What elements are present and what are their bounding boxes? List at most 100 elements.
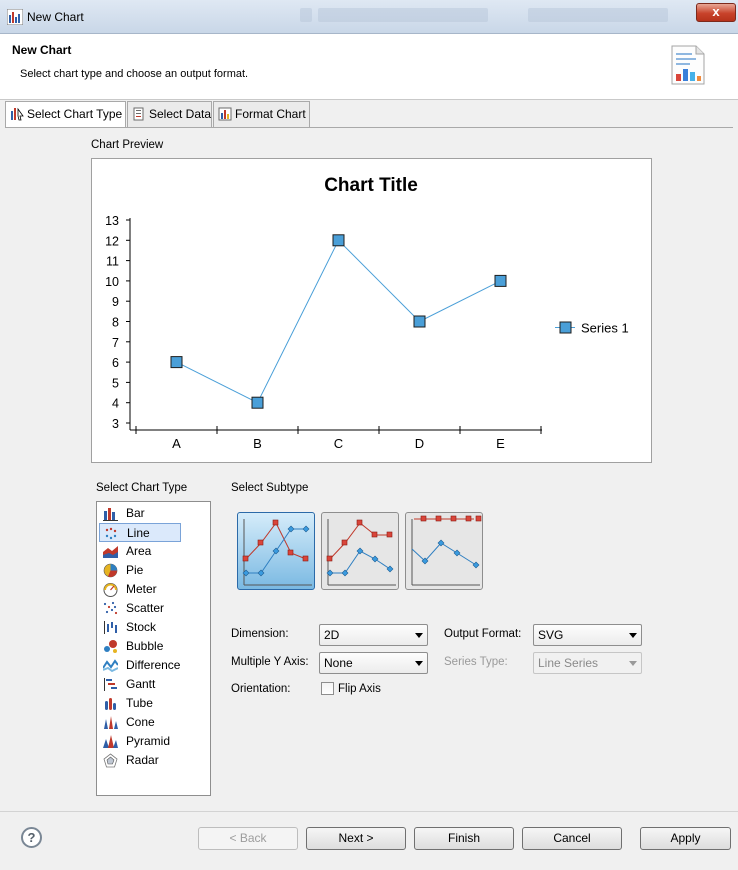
- tab-select-data[interactable]: Select Data: [127, 101, 212, 127]
- window-title: New Chart: [27, 10, 84, 24]
- chart-legend: Series 1: [555, 321, 629, 336]
- back-button: < Back: [198, 827, 298, 850]
- chart-type-label: Cone: [126, 715, 155, 729]
- chart-type-item-pyramid[interactable]: Pyramid: [99, 732, 181, 751]
- chart-type-item-scatter[interactable]: Scatter: [99, 599, 181, 618]
- chevron-down-icon: [415, 661, 423, 666]
- chart-type-item-gantt[interactable]: Gantt: [99, 675, 181, 694]
- tab-select-chart-type[interactable]: Select Chart Type: [5, 101, 126, 128]
- chart-preview: Chart Title 3 4 5 6 7 8 9 10 11 12 13 A B C D E Series …: [91, 158, 652, 463]
- chart-type-item-bubble[interactable]: Bubble: [99, 637, 181, 656]
- multiple-y-axis-label: Multiple Y Axis:: [231, 656, 309, 668]
- chart-type-item-difference[interactable]: Difference: [99, 656, 181, 675]
- output-format-value: SVG: [538, 628, 564, 642]
- x-tick-label: C: [334, 436, 343, 451]
- flip-axis-checkbox[interactable]: [321, 682, 334, 695]
- pie-chart-icon: [103, 563, 118, 578]
- select-subtype-label: Select Subtype: [231, 482, 309, 494]
- chart-type-label: Bubble: [126, 639, 164, 653]
- data-point: [332, 234, 345, 247]
- chart-type-label: Pyramid: [126, 734, 171, 748]
- x-tick-label: B: [253, 436, 262, 451]
- chart-title: Chart Title: [324, 175, 418, 196]
- chart-type-item-cone[interactable]: Cone: [99, 713, 181, 732]
- data-point: [413, 315, 426, 328]
- bar-chart-icon: [103, 508, 118, 521]
- chevron-down-icon: [629, 633, 637, 638]
- dimension-select[interactable]: 2D: [319, 624, 428, 646]
- wizard-chart-icon: [671, 45, 705, 85]
- background-ghost: [318, 8, 488, 22]
- output-format-select[interactable]: SVG: [533, 624, 642, 646]
- meter-chart-icon: [103, 583, 118, 597]
- chart-type-item-meter[interactable]: Meter: [99, 580, 181, 599]
- legend-label: Series 1: [581, 321, 629, 336]
- chart-type-label: Area: [126, 544, 152, 558]
- x-tick-label: D: [415, 436, 424, 451]
- line-chart-icon: [105, 527, 117, 540]
- tab-label: Format Chart: [235, 107, 306, 121]
- chart-type-item-bar[interactable]: Bar: [99, 504, 181, 523]
- wizard-header: New Chart Select chart type and choose a…: [0, 34, 738, 100]
- legend-marker: [559, 321, 572, 334]
- y-tick-label: 3: [112, 417, 119, 431]
- chart-type-item-tube[interactable]: Tube: [99, 694, 181, 713]
- chart-type-label: Difference: [126, 658, 181, 672]
- subtype-line-stacked[interactable]: [321, 512, 399, 590]
- background-ghost: [528, 8, 668, 22]
- chart-type-item-pie[interactable]: Pie: [99, 561, 181, 580]
- y-tick-label: 4: [112, 397, 119, 411]
- output-format-label: Output Format:: [444, 628, 522, 640]
- y-tick-label: 7: [112, 336, 119, 350]
- line-subtype-icon: [242, 519, 312, 586]
- chart-preview-label: Chart Preview: [91, 139, 164, 151]
- tab-format-chart[interactable]: Format Chart: [213, 101, 310, 127]
- button-bar-separator: [0, 811, 738, 812]
- chart-type-item-area[interactable]: Area: [99, 542, 181, 561]
- chart-type-label: Pie: [126, 563, 144, 577]
- gantt-chart-icon: [104, 678, 117, 691]
- data-point: [251, 396, 264, 409]
- cone-chart-icon: [104, 716, 118, 729]
- next-button[interactable]: Next >: [306, 827, 406, 850]
- y-tick-label: 13: [105, 214, 119, 228]
- subtype-line-percent-stacked[interactable]: [405, 512, 483, 590]
- line-subtype-icon: [411, 515, 482, 586]
- x-tick-label: A: [172, 436, 181, 451]
- chart-type-item-radar[interactable]: Radar: [99, 751, 181, 770]
- series-line: [176, 239, 501, 404]
- close-window-button[interactable]: x: [696, 3, 736, 22]
- flip-axis-label: Flip Axis: [338, 683, 381, 695]
- select-chart-type-label: Select Chart Type: [96, 482, 188, 494]
- y-tick-label: 8: [112, 316, 119, 330]
- chart-type-item-line[interactable]: Line: [99, 523, 181, 542]
- chart-type-label: Scatter: [126, 601, 165, 615]
- subtype-line-overlay[interactable]: [237, 512, 315, 590]
- apply-button[interactable]: Apply: [640, 827, 731, 850]
- multiple-y-axis-select[interactable]: None: [319, 652, 428, 674]
- x-tick-label: E: [496, 436, 505, 451]
- help-button[interactable]: ?: [21, 827, 42, 848]
- y-tick-label: 5: [112, 376, 119, 390]
- cancel-button[interactable]: Cancel: [522, 827, 622, 850]
- chart-type-item-stock[interactable]: Stock: [99, 618, 181, 637]
- chart-type-label: Gantt: [126, 677, 156, 691]
- chart-type-label: Bar: [126, 506, 145, 520]
- line-subtype-icon: [326, 519, 396, 586]
- chart-type-list[interactable]: Bar Line Area Pie Meter Scatter Stock Bubble Dif…: [96, 501, 211, 796]
- chart-type-label: Tube: [126, 696, 153, 710]
- chevron-down-icon: [415, 633, 423, 638]
- format-chart-icon: [218, 107, 232, 121]
- series-type-label: Series Type:: [444, 656, 508, 668]
- series-type-select: Line Series: [533, 652, 642, 674]
- area-chart-icon: [103, 546, 118, 558]
- wizard-subtitle: Select chart type and choose an output f…: [20, 68, 249, 80]
- chart-type-icon: [11, 107, 24, 121]
- chevron-down-icon: [629, 661, 637, 666]
- finish-button[interactable]: Finish: [414, 827, 514, 850]
- chart-axes: [129, 218, 542, 431]
- y-tick-label: 12: [105, 234, 119, 248]
- multiple-y-axis-value: None: [324, 656, 353, 670]
- y-tick-label: 9: [112, 295, 119, 309]
- series-type-value: Line Series: [538, 656, 599, 670]
